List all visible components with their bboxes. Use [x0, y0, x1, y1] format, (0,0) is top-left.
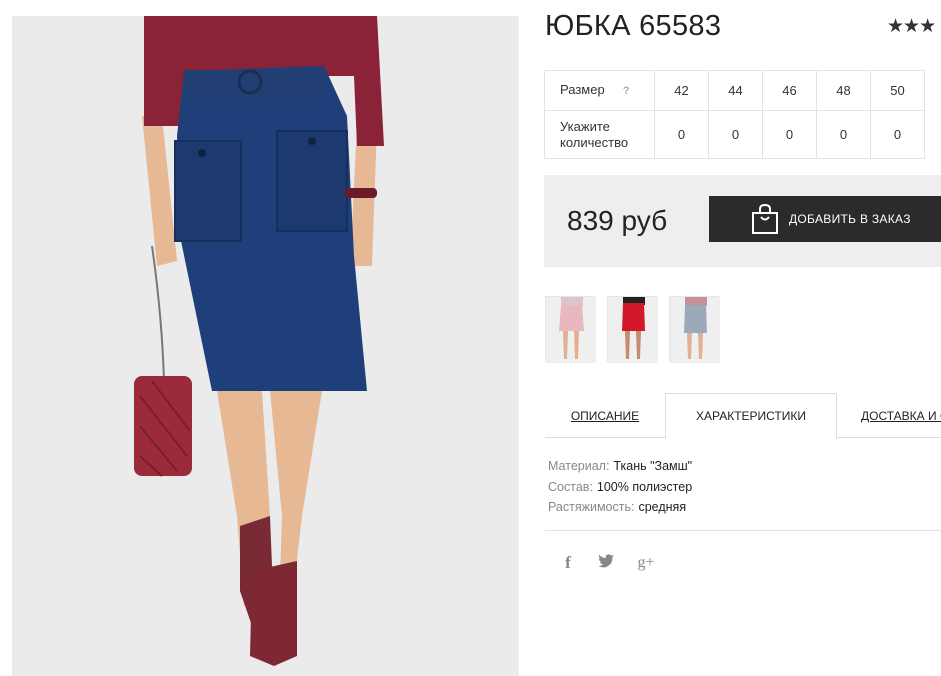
thumbnail-red-skirt[interactable]	[607, 296, 658, 363]
thumbnail-pink-skirt[interactable]	[545, 296, 596, 363]
product-title: ЮБКА 65583	[545, 10, 722, 42]
facebook-icon[interactable]: f	[560, 553, 576, 573]
tab-description[interactable]: ОПИСАНИЕ	[545, 393, 665, 438]
size-44[interactable]: 44	[708, 70, 763, 111]
size-table: Размер? 42 44 46 48 50 Укажите количеств…	[544, 70, 925, 159]
quantity-input-42[interactable]: 0	[654, 110, 709, 159]
product-photo	[12, 16, 519, 676]
price-box: 839 руб ДОБАВИТЬ В ЗАКАЗ	[544, 175, 941, 267]
shopping-bag-icon	[752, 203, 778, 234]
size-row: Размер? 42 44 46 48 50	[544, 70, 925, 111]
add-to-order-button[interactable]: ДОБАВИТЬ В ЗАКАЗ	[709, 196, 941, 242]
google-plus-icon[interactable]: g+	[636, 554, 656, 572]
product-tabs: ОПИСАНИЕ ХАРАКТЕРИСТИКИ ДОСТАВКА И ОПЛАТ…	[545, 393, 941, 439]
spec-value: средняя	[638, 500, 687, 514]
size-46[interactable]: 46	[762, 70, 817, 111]
tab-delivery[interactable]: ДОСТАВКА И ОПЛАТА	[837, 393, 941, 438]
spec-row-composition: Состав: 100% полиэстер	[548, 477, 692, 498]
social-share: f g+	[560, 553, 656, 573]
size-label: Размер	[560, 82, 605, 97]
quantity-input-46[interactable]: 0	[762, 110, 817, 159]
size-42[interactable]: 42	[654, 70, 709, 111]
divider	[545, 530, 941, 531]
spec-key: Материал:	[548, 459, 610, 473]
quantity-input-44[interactable]: 0	[708, 110, 763, 159]
spec-key: Растяжимость:	[548, 500, 635, 514]
price: 839 руб	[567, 205, 668, 236]
spec-key: Состав:	[548, 479, 593, 494]
rating-stars: ★★★	[887, 16, 936, 37]
spec-value: Ткань "Замш"	[613, 459, 693, 473]
spec-row-material: Материал: Ткань "Замш"	[548, 456, 692, 477]
size-50[interactable]: 50	[870, 70, 925, 111]
size-help-icon[interactable]: ?	[623, 83, 630, 99]
size-48[interactable]: 48	[816, 70, 871, 111]
spec-value: 100% полиэстер	[596, 479, 693, 494]
size-label-cell: Размер?	[544, 70, 655, 111]
quantity-input-48[interactable]: 0	[816, 110, 871, 159]
twitter-icon[interactable]	[598, 554, 614, 572]
quantity-label: Укажите количество	[544, 110, 655, 159]
specs-list: Материал: Ткань "Замш" Состав: 100% полиэс…	[548, 456, 692, 518]
spec-row-stretch: Растяжимость: средняя	[548, 497, 692, 518]
thumbnail-grey-skirt[interactable]	[669, 296, 720, 363]
quantity-row: Укажите количество 0 0 0 0 0	[544, 110, 925, 159]
color-thumbnails	[545, 296, 720, 363]
product-illustration	[12, 16, 519, 676]
add-to-order-label: ДОБАВИТЬ В ЗАКАЗ	[789, 212, 911, 226]
tab-specs[interactable]: ХАРАКТЕРИСТИКИ	[665, 393, 837, 439]
quantity-input-50[interactable]: 0	[870, 110, 925, 159]
